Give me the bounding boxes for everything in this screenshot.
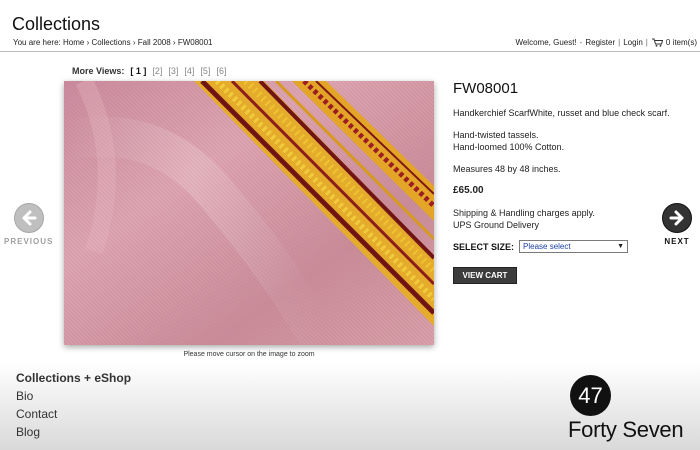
header-divider <box>0 51 700 52</box>
product-price: £65.00 <box>453 185 484 196</box>
product-code: FW08001 <box>453 80 519 97</box>
chevron-down-icon: ▼ <box>617 243 625 250</box>
feature-tassels: Hand-twisted tassels. <box>453 130 539 140</box>
product-image[interactable] <box>64 81 434 345</box>
separator: - <box>579 38 583 47</box>
footer: Collections + eShop Bio Contact Blog 47 … <box>0 362 700 450</box>
scarf-fabric-photo <box>64 81 434 345</box>
product-description: Handkerchief ScarfWhite, russet and blue… <box>453 108 670 118</box>
footer-nav: Collections + eShop Bio Contact Blog <box>16 370 131 440</box>
login-link[interactable]: Login <box>623 38 643 47</box>
view-link-4[interactable]: [4] <box>184 66 194 76</box>
view-link-6[interactable]: [6] <box>216 66 226 76</box>
cart-count-link[interactable]: 0 item(s) <box>666 38 697 47</box>
breadcrumb-home[interactable]: Home <box>63 38 84 47</box>
brand-logo[interactable]: 47 <box>570 375 611 416</box>
account-bar: Welcome, Guest! - Register | Login | 0 i… <box>515 38 697 47</box>
footer-link-blog[interactable]: Blog <box>16 424 131 440</box>
footer-link-contact[interactable]: Contact <box>16 406 131 422</box>
breadcrumb-prefix: You are here: <box>13 38 61 47</box>
size-label: SELECT SIZE: <box>453 241 515 252</box>
breadcrumb-fall-2008[interactable]: Fall 2008 <box>138 38 171 47</box>
footer-link-collections[interactable]: Collections + eShop <box>16 370 131 386</box>
more-views-bar: More Views: [ 1 ] [2] [3] [4] [5] [6] <box>72 66 226 76</box>
breadcrumb: You are here: Home › Collections › Fall … <box>13 38 213 47</box>
view-link-5[interactable]: [5] <box>200 66 210 76</box>
shipping-charges: Shipping & Handling charges apply. <box>453 208 595 218</box>
view-cart-button[interactable]: VIEW CART <box>453 267 517 284</box>
product-measures: Measures 48 by 48 inches. <box>453 164 561 174</box>
previous-button[interactable]: PREVIOUS <box>4 203 53 246</box>
footer-link-bio[interactable]: Bio <box>16 388 131 404</box>
breadcrumb-current: FW08001 <box>177 38 213 47</box>
size-select[interactable]: Please select ▼ <box>519 240 629 253</box>
previous-label: PREVIOUS <box>4 237 54 246</box>
shipping-info: Shipping & Handling charges apply. UPS G… <box>453 207 683 231</box>
breadcrumb-collections[interactable]: Collections <box>91 38 130 47</box>
shipping-method: UPS Ground Delivery <box>453 220 540 230</box>
zoom-hint: Please move cursor on the image to zoom <box>183 351 315 358</box>
breadcrumb-separator: › <box>86 38 90 47</box>
product-details: FW08001 Handkerchief ScarfWhite, russet … <box>453 80 683 284</box>
view-link-2[interactable]: [2] <box>152 66 162 76</box>
register-link[interactable]: Register <box>585 38 615 47</box>
view-link-3[interactable]: [3] <box>168 66 178 76</box>
welcome-text: Welcome, Guest! <box>515 38 577 47</box>
size-select-value: Please select <box>523 242 571 251</box>
cart-icon[interactable] <box>651 38 663 47</box>
product-features: Hand-twisted tassels. Hand-loomed 100% C… <box>453 129 683 153</box>
brand-name: Forty Seven <box>568 417 684 442</box>
breadcrumb-separator: › <box>172 38 176 47</box>
separator: | <box>618 38 621 47</box>
more-views-label: More Views: <box>72 66 125 76</box>
view-link-1[interactable]: [ 1 ] <box>130 66 146 76</box>
breadcrumb-separator: › <box>132 38 136 47</box>
size-row: SELECT SIZE: Please select ▼ <box>453 240 683 253</box>
arrow-left-icon <box>13 203 44 233</box>
feature-cotton: Hand-loomed 100% Cotton. <box>453 142 565 152</box>
page-title: Collections <box>12 14 101 34</box>
separator: | <box>645 38 648 47</box>
